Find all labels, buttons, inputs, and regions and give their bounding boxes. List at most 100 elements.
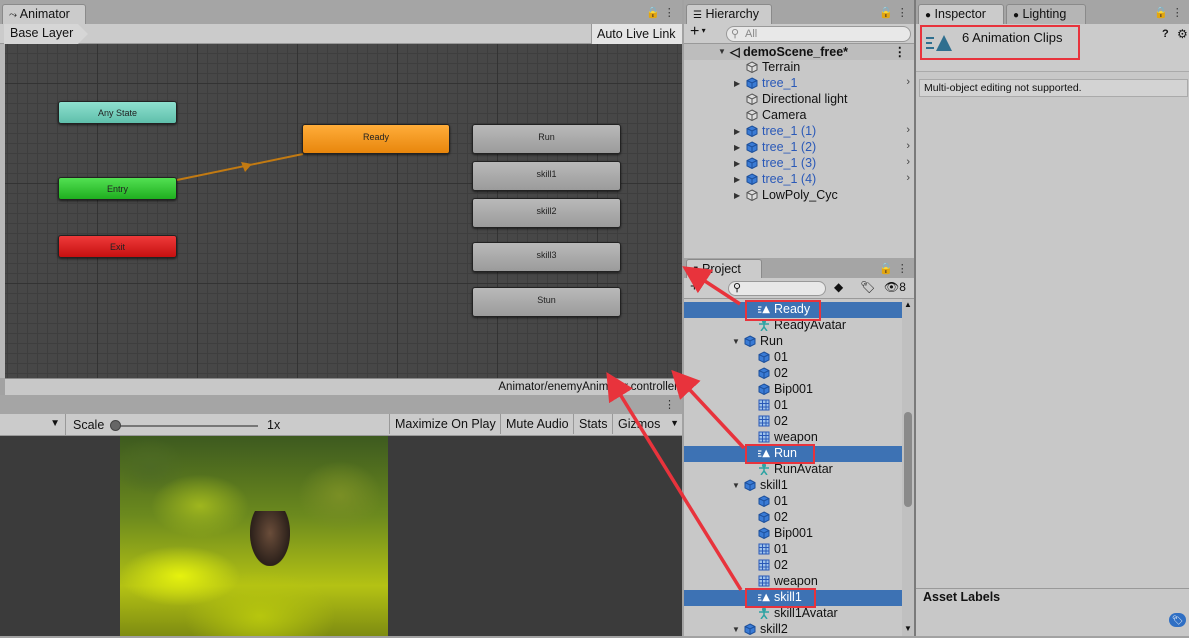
animation-clip-icon	[758, 446, 774, 460]
project-item[interactable]: 02	[684, 510, 902, 526]
expand-icon[interactable]: ▶	[734, 191, 740, 200]
expand-icon[interactable]: ▶	[734, 79, 740, 88]
gameobject-icon	[746, 156, 762, 170]
tab-animator[interactable]: ⤳ Animator	[2, 4, 86, 24]
tab-project[interactable]: ▮ Project	[686, 259, 762, 279]
expand-icon[interactable]: ▼	[732, 481, 740, 490]
chevron-right-icon[interactable]: ›	[906, 172, 910, 184]
state-ready[interactable]: Ready	[302, 124, 450, 154]
scrollbar-thumb[interactable]	[904, 412, 912, 507]
gizmos-button[interactable]: Gizmos ▼	[612, 414, 682, 434]
scale-slider-handle[interactable]	[110, 420, 121, 431]
asset-label-tag-icon[interactable]: 🏷	[1169, 613, 1186, 627]
hierarchy-item[interactable]: ▶ tree_1 (4) ›	[684, 172, 914, 188]
chevron-right-icon[interactable]: ›	[906, 140, 910, 152]
maximize-on-play-button[interactable]: Maximize On Play	[389, 414, 501, 434]
state-skill1[interactable]: skill1	[472, 161, 621, 191]
hidden-packages-icon[interactable]: 👁8	[884, 280, 906, 294]
expand-icon[interactable]: ▼	[732, 337, 740, 346]
expand-icon[interactable]: ▶	[734, 159, 740, 168]
display-dropdown[interactable]: ▼	[0, 414, 66, 435]
stats-button[interactable]: Stats	[573, 414, 613, 434]
project-scrollbar[interactable]: ▲ ▼	[902, 299, 914, 636]
hierarchy-item[interactable]: Terrain	[684, 60, 914, 76]
hierarchy-item[interactable]: Directional light	[684, 92, 914, 108]
breadcrumb[interactable]: Base Layer	[4, 24, 88, 44]
inspector-tab-icons[interactable]: 🔒⋮	[1154, 6, 1187, 19]
tab-lighting[interactable]: ● Lighting	[1006, 4, 1086, 24]
project-item[interactable]: skill1Avatar	[684, 606, 902, 622]
chevron-right-icon[interactable]: ›	[906, 124, 910, 136]
animation-clip-icon	[926, 35, 952, 51]
project-item[interactable]: 01	[684, 494, 902, 510]
hierarchy-tab-icons[interactable]: 🔒⋮	[879, 6, 912, 19]
help-icon[interactable]: ?	[1162, 28, 1169, 40]
project-item[interactable]: 01	[684, 542, 902, 558]
game-tab-menu-icon[interactable]: ⋮	[664, 398, 679, 411]
gameobject-icon	[746, 60, 762, 74]
project-item-label: RunAvatar	[774, 462, 833, 476]
filter-by-type-icon[interactable]: ◆	[834, 280, 843, 294]
hierarchy-item[interactable]: Camera	[684, 108, 914, 124]
hierarchy-item[interactable]: ▶ tree_1 ›	[684, 76, 914, 92]
tab-hierarchy[interactable]: ☰ Hierarchy	[686, 4, 772, 24]
project-item-selected[interactable]: skill1	[684, 590, 902, 606]
state-skill2[interactable]: skill2	[472, 198, 621, 228]
expand-icon[interactable]: ▼	[732, 625, 740, 634]
animator-footer: Animator/enemyAnimator.controller	[5, 378, 682, 395]
state-any-state[interactable]: Any State	[58, 101, 177, 124]
project-item[interactable]: ▼ Run	[684, 334, 902, 350]
create-button[interactable]: + ▾	[690, 23, 706, 41]
project-item[interactable]: 01	[684, 350, 902, 366]
tab-inspector[interactable]: ● Inspector	[918, 4, 1004, 24]
state-exit[interactable]: Exit	[58, 235, 177, 258]
inspector-body	[916, 24, 1189, 636]
project-item[interactable]: RunAvatar	[684, 462, 902, 478]
hierarchy-search-input[interactable]: ⚲ All	[726, 26, 911, 42]
inspector-title: 6 Animation Clips	[962, 30, 1063, 45]
mute-audio-button[interactable]: Mute Audio	[500, 414, 574, 434]
project-item[interactable]: ReadyAvatar	[684, 318, 902, 334]
project-item[interactable]: 02	[684, 366, 902, 382]
auto-live-link-button[interactable]: Auto Live Link	[591, 24, 682, 44]
project-item-selected[interactable]: Run	[684, 446, 902, 462]
hierarchy-item[interactable]: ▶ tree_1 (2) ›	[684, 140, 914, 156]
project-item[interactable]: 01	[684, 398, 902, 414]
project-item[interactable]: 02	[684, 414, 902, 430]
project-search-input[interactable]: ⚲	[728, 281, 826, 296]
scale-slider[interactable]	[114, 425, 258, 427]
settings-gear-icon[interactable]: ⚙	[1177, 27, 1188, 41]
project-item-selected[interactable]: Ready	[684, 302, 902, 318]
state-skill3[interactable]: skill3	[472, 242, 621, 272]
scale-label: Scale	[73, 418, 105, 432]
expand-icon[interactable]: ▶	[734, 175, 740, 184]
project-item[interactable]: weapon	[684, 430, 902, 446]
model-icon	[758, 510, 774, 524]
state-entry[interactable]: Entry	[58, 177, 177, 200]
scene-row[interactable]: ▼ ◁ demoScene_free* ⋮	[684, 44, 914, 60]
hierarchy-item[interactable]: ▶ tree_1 (1) ›	[684, 124, 914, 140]
expand-icon[interactable]: ▶	[734, 143, 740, 152]
project-create-button[interactable]: +	[690, 278, 699, 295]
avatar-icon	[758, 462, 774, 476]
project-tab-icons[interactable]: 🔒⋮	[879, 262, 912, 275]
project-item[interactable]: 02	[684, 558, 902, 574]
chevron-right-icon[interactable]: ›	[906, 156, 910, 168]
state-stun[interactable]: Stun	[472, 287, 621, 317]
animator-graph[interactable]: Any State Entry Exit Ready Run skill1 sk…	[5, 44, 682, 378]
chevron-right-icon[interactable]: ›	[906, 76, 910, 88]
state-run[interactable]: Run	[472, 124, 621, 154]
project-item[interactable]: Bip001	[684, 526, 902, 542]
project-item[interactable]: weapon	[684, 574, 902, 590]
project-item[interactable]: ▼ skill1	[684, 478, 902, 494]
controller-path: Animator/enemyAnimator.controller	[498, 381, 678, 393]
hierarchy-item[interactable]: ▶ tree_1 (3) ›	[684, 156, 914, 172]
project-item[interactable]: Bip001	[684, 382, 902, 398]
hierarchy-item[interactable]: ▶ LowPoly_Cyc	[684, 188, 914, 204]
scene-menu-icon[interactable]: ⋮	[894, 44, 907, 59]
scroll-up-icon[interactable]: ▲	[904, 300, 912, 309]
animator-tab-icons[interactable]: 🔒⋮	[646, 6, 679, 19]
filter-by-label-icon[interactable]: 🏷	[860, 280, 875, 294]
expand-icon[interactable]: ▶	[734, 127, 740, 136]
scroll-down-icon[interactable]: ▼	[904, 624, 912, 633]
